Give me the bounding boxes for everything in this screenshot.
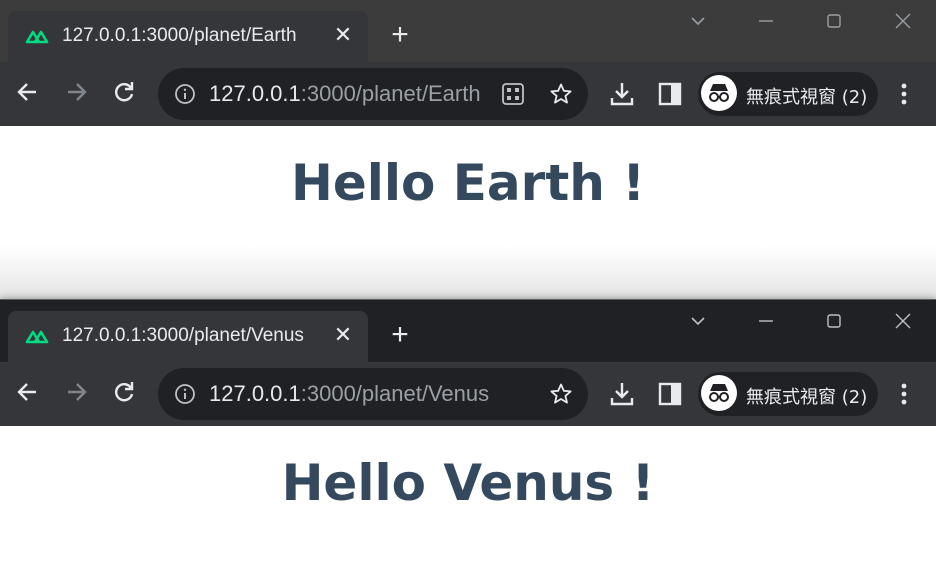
url-host: 127.0.0.1 (209, 381, 301, 406)
browser-window-venus: 127.0.0.1:3000/planet/Venus ✕ + 127.0.0. (0, 299, 936, 585)
tab-search-chevron-icon[interactable] (683, 8, 713, 34)
incognito-label: 無痕式視窗 (2) (746, 87, 868, 108)
new-tab-button[interactable]: + (386, 20, 414, 50)
back-arrow-icon (17, 383, 36, 401)
more-menu-icon[interactable] (892, 80, 916, 108)
url-host: 127.0.0.1 (209, 81, 301, 106)
close-window-button[interactable] (888, 8, 918, 34)
desktop-gap (0, 245, 936, 299)
url-path: :3000/planet/Venus (300, 381, 490, 406)
address-bar[interactable]: 127.0.0.1:3000/planet/Venus (158, 368, 588, 420)
page-greeting: Hello Earth ! (290, 154, 646, 212)
reload-icon (115, 82, 134, 102)
incognito-icon (701, 375, 737, 411)
maximize-button[interactable] (819, 8, 849, 34)
minimize-button[interactable] (751, 308, 781, 334)
tab-strip: 127.0.0.1:3000/planet/Earth ✕ + (0, 0, 936, 62)
site-info-icon[interactable] (174, 83, 196, 105)
tab-title: 127.0.0.1:3000/planet/Venus (62, 325, 304, 346)
download-icon[interactable] (608, 80, 636, 108)
side-panel-icon[interactable] (656, 80, 684, 108)
nuxt-logo-icon (25, 330, 49, 344)
qr-code-icon[interactable] (501, 82, 525, 106)
bookmark-star-icon[interactable] (549, 382, 573, 406)
forward-arrow-icon (68, 83, 87, 101)
close-window-button[interactable] (888, 308, 918, 334)
download-icon[interactable] (608, 380, 636, 408)
page-content: Hello Venus ! (0, 426, 936, 512)
maximize-button[interactable] (819, 308, 849, 334)
tab-active[interactable]: 127.0.0.1:3000/planet/Venus ✕ (8, 311, 368, 362)
page-greeting: Hello Venus ! (281, 454, 655, 512)
back-button[interactable] (15, 79, 45, 109)
tab-strip: 127.0.0.1:3000/planet/Venus ✕ + (0, 300, 936, 362)
nuxt-logo-icon (25, 30, 49, 44)
new-tab-button[interactable]: + (386, 320, 414, 350)
back-arrow-icon (17, 83, 36, 101)
url-path: :3000/planet/Earth (300, 81, 481, 106)
reload-button[interactable] (111, 79, 141, 109)
incognito-indicator[interactable]: 無痕式視窗 (2) (698, 72, 878, 116)
side-panel-icon[interactable] (656, 380, 684, 408)
site-info-icon[interactable] (174, 383, 196, 405)
back-button[interactable] (15, 379, 45, 409)
minimize-button[interactable] (751, 8, 781, 34)
browser-toolbar: 127.0.0.1:3000/planet/Venus 無痕式視窗 (2) (0, 362, 936, 426)
tab-search-chevron-icon[interactable] (683, 308, 713, 334)
browser-window-earth: 127.0.0.1:3000/planet/Earth ✕ + 127.0.0. (0, 0, 936, 245)
more-menu-icon[interactable] (892, 380, 916, 408)
forward-button[interactable] (63, 79, 93, 109)
forward-arrow-icon (68, 383, 87, 401)
incognito-icon (701, 75, 737, 111)
incognito-label: 無痕式視窗 (2) (746, 387, 868, 408)
incognito-indicator[interactable]: 無痕式視窗 (2) (698, 372, 878, 416)
tab-active[interactable]: 127.0.0.1:3000/planet/Earth ✕ (8, 11, 368, 62)
reload-icon (115, 382, 134, 402)
address-url[interactable]: 127.0.0.1:3000/planet/Earth (209, 81, 481, 107)
address-url[interactable]: 127.0.0.1:3000/planet/Venus (209, 381, 489, 407)
bookmark-star-icon[interactable] (549, 82, 573, 106)
page-content: Hello Earth ! (0, 126, 936, 212)
tab-close-icon[interactable]: ✕ (330, 322, 356, 348)
address-bar[interactable]: 127.0.0.1:3000/planet/Earth (158, 68, 588, 120)
tab-title: 127.0.0.1:3000/planet/Earth (62, 25, 297, 46)
forward-button[interactable] (63, 379, 93, 409)
browser-toolbar: 127.0.0.1:3000/planet/Earth 無痕式視窗 (2) (0, 62, 936, 126)
tab-close-icon[interactable]: ✕ (330, 22, 356, 48)
reload-button[interactable] (111, 379, 141, 409)
